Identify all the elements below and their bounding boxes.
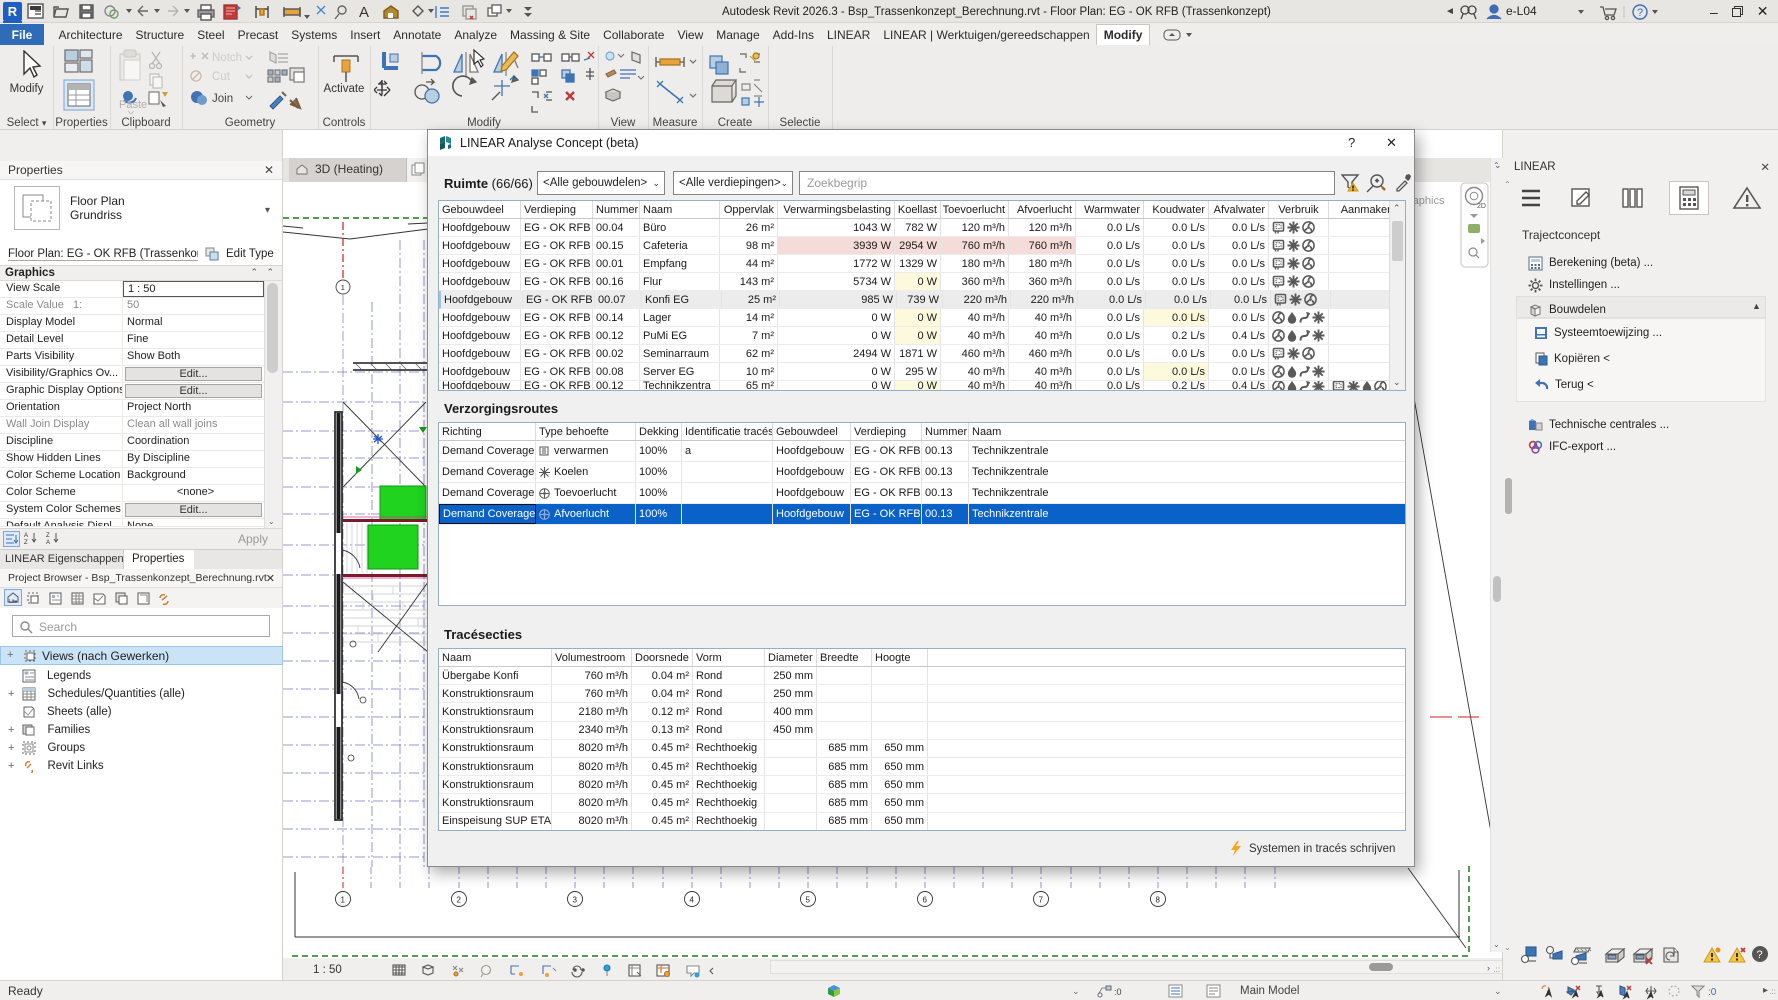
svg-text:Z: Z: [24, 540, 28, 545]
svg-text:1: 1: [341, 283, 345, 292]
svg-text:Cut: Cut: [212, 71, 231, 83]
svg-text:Lite: Lite: [9, 599, 17, 605]
svg-text:3: 3: [573, 896, 578, 905]
svg-text:7: 7: [1039, 896, 1044, 905]
svg-text:A: A: [46, 540, 50, 545]
svg-text:Notch: Notch: [212, 52, 242, 64]
svg-text:A: A: [359, 4, 369, 21]
svg-text:5: 5: [806, 896, 811, 905]
svg-text:2D: 2D: [1477, 203, 1486, 210]
svg-text:4: 4: [690, 896, 695, 905]
svg-text:1: 1: [341, 896, 346, 905]
svg-text:6: 6: [923, 896, 928, 905]
svg-text:Join: Join: [212, 93, 233, 105]
svg-text:Paste: Paste: [119, 99, 147, 111]
svg-text:?: ?: [1757, 949, 1763, 961]
svg-text:2: 2: [457, 896, 462, 905]
svg-text:A: A: [24, 533, 28, 539]
svg-text::0: :0: [1708, 987, 1717, 998]
svg-text:?: ?: [1637, 7, 1643, 19]
svg-text:Z: Z: [46, 533, 50, 539]
svg-text:e-L04: e-L04: [1506, 4, 1537, 18]
svg-text::0: :0: [1114, 987, 1122, 997]
svg-text:8: 8: [1156, 896, 1161, 905]
